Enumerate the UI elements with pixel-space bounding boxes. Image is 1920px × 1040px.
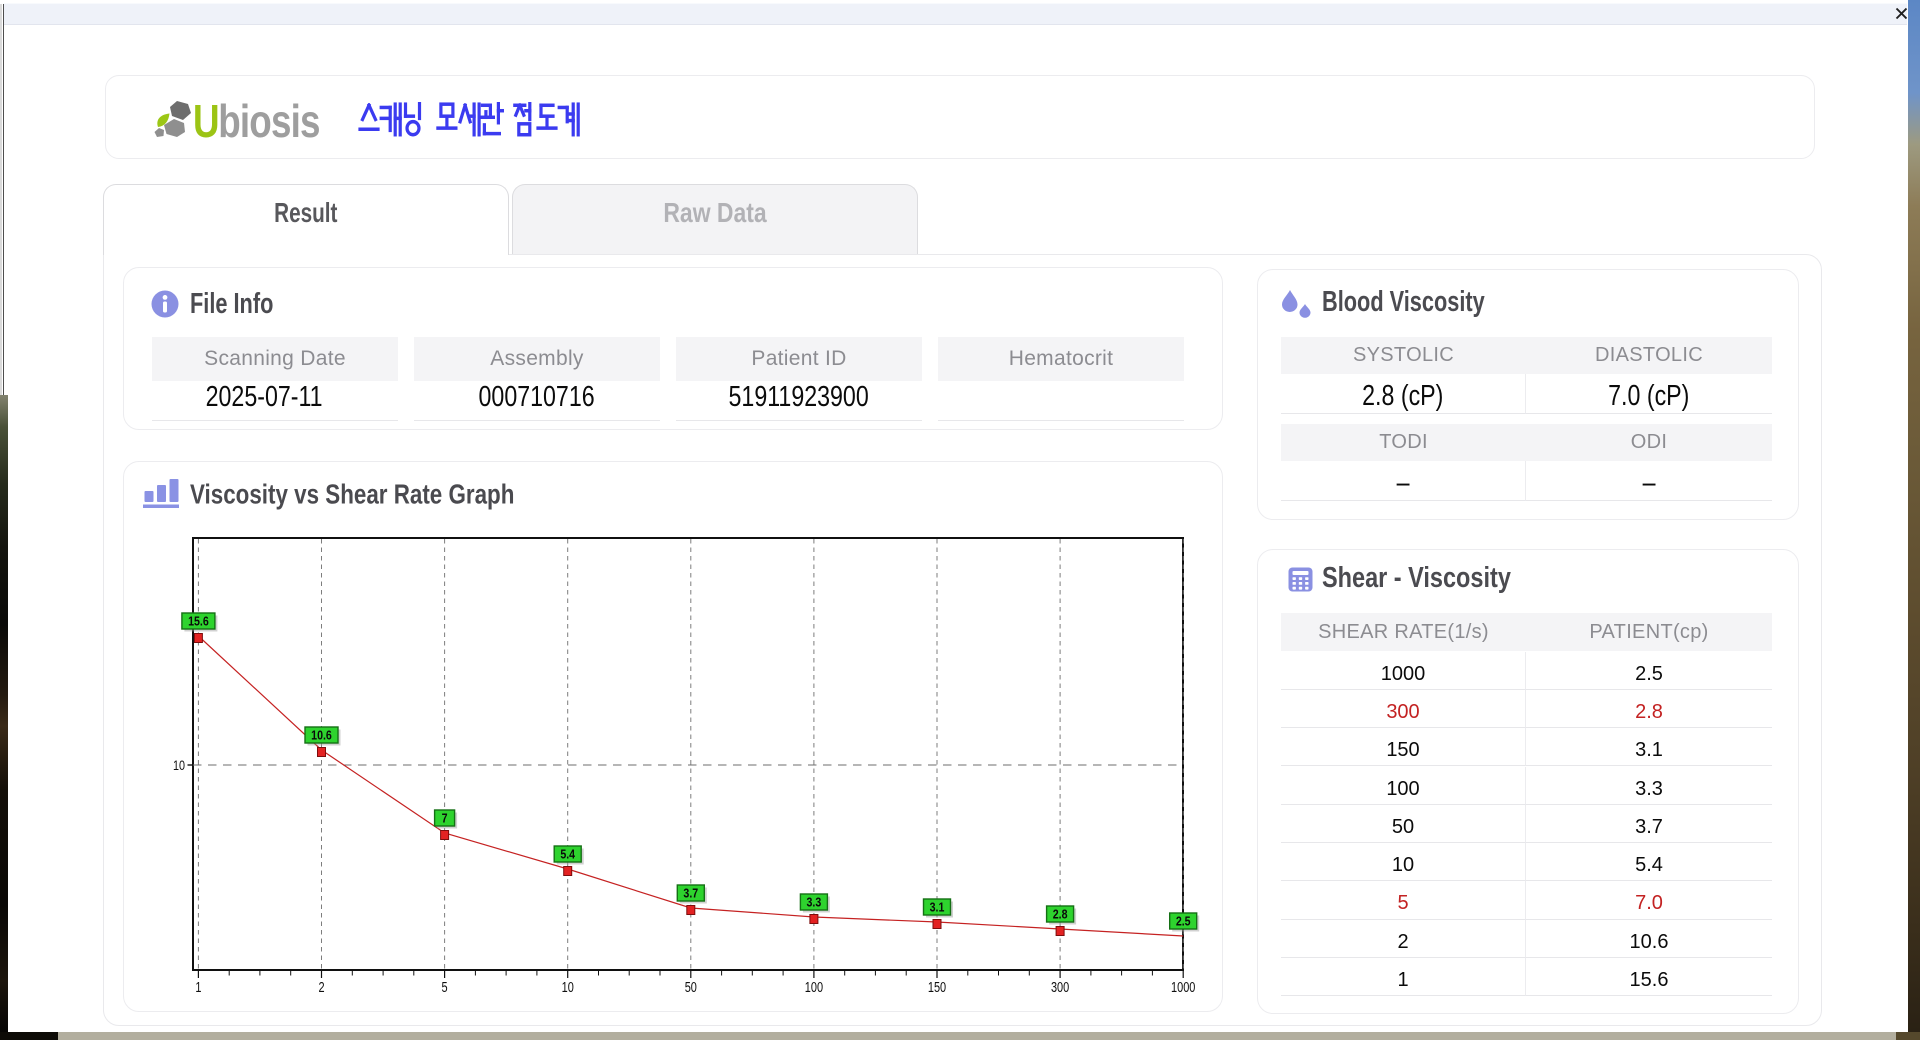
svg-text:3.1: 3.1 [930,901,945,915]
svg-text:1000: 1000 [1171,978,1195,995]
svg-text:Viscosity vs Shear Rate Graph: Viscosity vs Shear Rate Graph [190,479,514,510]
svg-text:7: 7 [442,812,448,826]
svg-text:5: 5 [442,978,448,995]
svg-text:U: U [193,96,219,144]
svg-text:2.5: 2.5 [1176,915,1191,929]
svg-text:2.8: 2.8 [1053,908,1068,922]
svg-text:10: 10 [562,978,574,995]
svg-text:50: 50 [685,978,697,995]
svg-text:2: 2 [318,978,324,995]
svg-text:1: 1 [195,978,201,995]
svg-text:10: 10 [173,758,185,773]
svg-text:100: 100 [805,978,823,995]
svg-text:5.4: 5.4 [560,848,575,862]
svg-text:300: 300 [1051,978,1069,995]
svg-text:3.7: 3.7 [683,887,698,901]
svg-text:150: 150 [928,978,946,995]
svg-text:3.3: 3.3 [807,896,822,910]
svg-text:10.6: 10.6 [311,729,332,743]
svg-text:15.6: 15.6 [188,615,209,629]
svg-text:biosis: biosis [218,96,320,144]
